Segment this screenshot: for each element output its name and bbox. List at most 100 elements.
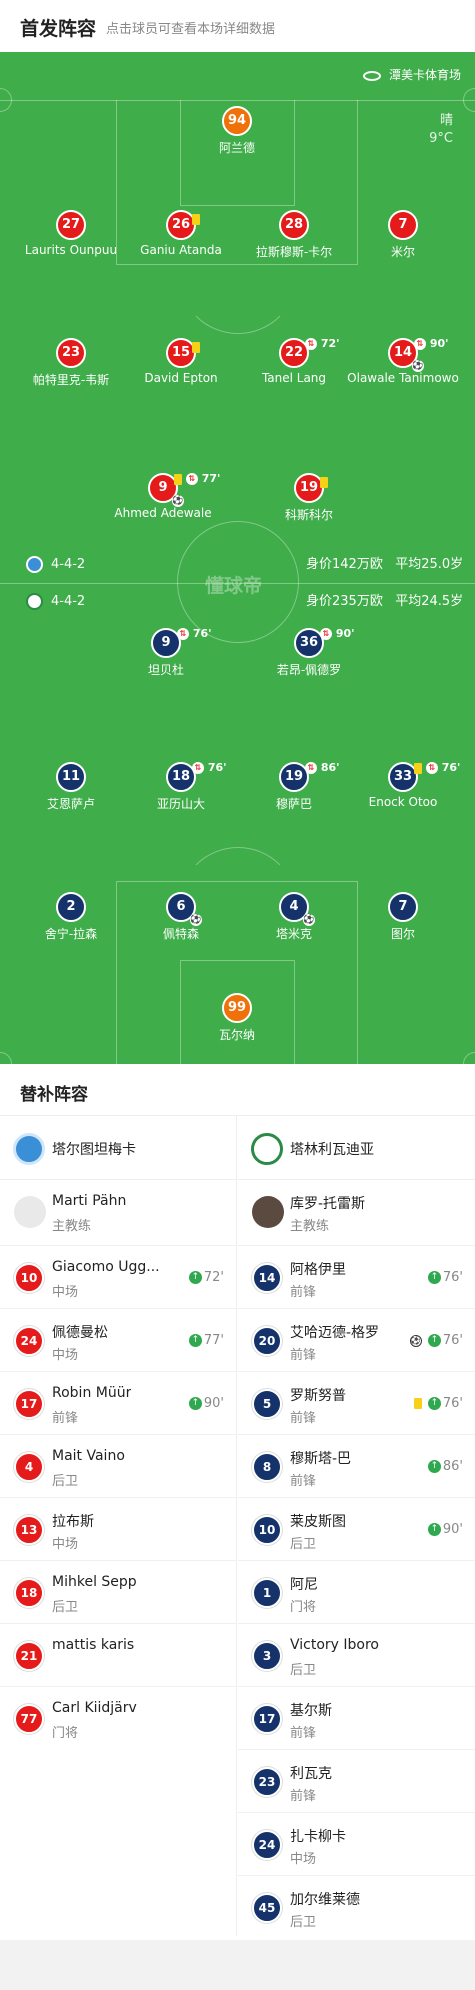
player[interactable]: 7 图尔 <box>343 892 463 942</box>
player[interactable]: 9 ⇅ 77' ⚽ Ahmed Adewale <box>103 472 223 520</box>
home-formation-row: 4-4-2 身价142万欧 平均25.0岁 <box>26 555 463 575</box>
sub-name: Carl Kiidjärv <box>52 1700 137 1716</box>
home-subs-column: 塔尔图坦梅卡 Marti Pähn 主教练 10 Giacomo Ugg... 中场… <box>0 1116 237 1936</box>
sub-minute: 77' <box>201 472 221 485</box>
sub-row[interactable]: 45 加尔维莱德 后卫 <box>238 1876 475 1939</box>
player-name: 佩特森 <box>162 927 199 941</box>
player[interactable]: 4 ⚽ 塔米克 <box>234 892 354 942</box>
sub-position: 门将 <box>52 1726 79 1741</box>
sub-row[interactable]: 20 艾哈迈德-格罗 前锋 ⚽ ↑ 76' <box>238 1309 475 1372</box>
player[interactable]: 28 拉斯穆斯-卡尔 <box>234 210 354 260</box>
sub-row[interactable]: 3 Victory Iboro 后卫 <box>238 1624 475 1687</box>
player[interactable]: 9 ⇅ 76' 坦贝杜 <box>106 627 226 678</box>
player-number: 28 <box>279 210 309 240</box>
player[interactable]: 36 ⇅ 90' 若昂-佩德罗 <box>249 627 369 678</box>
substitution-icon: ↑ <box>427 1397 441 1410</box>
sub-row[interactable]: 8 穆斯塔-巴 前锋 ↑ 86' <box>238 1435 475 1498</box>
tartu-badge-icon <box>26 556 43 573</box>
player[interactable]: 6 ⚽ 佩特森 <box>121 892 241 942</box>
substitution-icon: ⇅ <box>414 338 426 350</box>
page-footer <box>0 1940 475 1990</box>
player[interactable]: 22 ⇅ 72' Tanel Lang <box>234 337 354 385</box>
substitution-icon: ⇅ <box>305 762 317 774</box>
substitution-icon: ⇅ <box>192 762 204 774</box>
coach-row[interactable]: Marti Pähn 主教练 <box>0 1180 236 1246</box>
home-team-header[interactable]: 塔尔图坦梅卡 <box>0 1116 236 1180</box>
away-formation-row: 4-4-2 身价235万欧 平均24.5岁 <box>26 592 463 612</box>
player[interactable]: 27 Laurits Ounpuu <box>11 210 131 257</box>
player-number: 27 <box>56 210 86 240</box>
levadia-badge-icon <box>26 593 43 610</box>
sub-minute: 76' <box>207 761 227 774</box>
sub-row[interactable]: 4 Mait Vaino 后卫 <box>0 1435 236 1498</box>
coach-photo <box>252 1196 284 1228</box>
player[interactable]: 19 ⇅ 86' 穆萨巴 <box>234 761 354 812</box>
player-number: 7 <box>388 210 418 240</box>
substitution-icon: ⇅ <box>425 762 438 774</box>
corner-arc <box>0 1052 12 1064</box>
player-name: 舍宁-拉森 <box>44 927 98 941</box>
player-name: Olawale Tanimowo <box>347 371 459 385</box>
player[interactable]: 94 阿兰德 <box>177 106 297 156</box>
sub-row[interactable]: 17 基尔斯 前锋 <box>238 1687 475 1750</box>
player-name: Enock Otoo <box>368 795 438 809</box>
sub-row[interactable]: 21 mattis karis <box>0 1624 236 1687</box>
sub-name: Robin Müür <box>52 1385 132 1401</box>
sub-row[interactable]: 23 利瓦克 前锋 <box>238 1750 475 1813</box>
player[interactable]: 14 ⇅ 90' ⚽ Olawale Tanimowo <box>343 337 463 385</box>
player-number: 7 <box>388 892 418 922</box>
player-number: 19 <box>299 480 319 495</box>
player-number: 33 <box>393 769 413 784</box>
person-icon <box>14 1196 46 1228</box>
sub-row[interactable]: 24 扎卡柳卡 中场 <box>238 1813 475 1876</box>
sub-row[interactable]: 10 Giacomo Ugg... 中场 ↑ 72' <box>0 1246 236 1309</box>
player[interactable]: 18 ⇅ 76' 亚历山大 <box>121 761 241 812</box>
player-number: 9 <box>161 635 171 650</box>
stadium-icon <box>362 70 381 81</box>
watermark: 懂球帝 <box>205 575 263 597</box>
player-number: 23 <box>56 338 86 368</box>
player-name: 亚历山大 <box>156 797 205 811</box>
sub-position: 后卫 <box>52 1474 79 1489</box>
football-icon: ⚽ <box>303 914 315 926</box>
sub-row[interactable]: 10 莱皮斯图 后卫 ↑ 90' <box>238 1498 475 1561</box>
player[interactable]: 26 Ganiu Atanda <box>121 210 241 257</box>
player[interactable]: 11 艾恩萨卢 <box>11 762 131 812</box>
sub-row[interactable]: 24 佩德曼松 中场 ↑ 77' <box>0 1309 236 1372</box>
sub-row[interactable]: 5 罗斯努普 前锋 ↑ 76' <box>238 1372 475 1435</box>
player[interactable]: 23 帕特里克-韦斯 <box>11 338 131 388</box>
player[interactable]: 7 米尔 <box>343 210 463 260</box>
player[interactable]: 19 科斯科尔 <box>249 473 369 523</box>
player-number: 11 <box>56 762 86 792</box>
sub-number: 5 <box>252 1389 282 1419</box>
lineup-title: 首发阵容 <box>20 18 97 40</box>
away-team-header[interactable]: 塔林利瓦迪亚 <box>238 1116 475 1180</box>
sub-number: 45 <box>252 1893 282 1923</box>
football-icon: ⚽ <box>172 495 184 507</box>
player-number: 18 <box>171 769 191 784</box>
sub-position: 前锋 <box>290 1348 317 1363</box>
player[interactable]: 33 ⇅ 76' Enock Otoo <box>343 761 463 809</box>
sub-row[interactable]: 77 Carl Kiidjärv 门将 <box>0 1687 236 1750</box>
sub-row[interactable]: 1 阿尼 门将 <box>238 1561 475 1624</box>
sub-row[interactable]: 13 拉布斯 中场 <box>0 1498 236 1561</box>
sub-in: ↑ 77' <box>188 1333 224 1348</box>
coach-row[interactable]: 库罗-托雷斯 主教练 <box>238 1180 475 1246</box>
sub-row[interactable]: 14 阿格伊里 前锋 ↑ 76' <box>238 1246 475 1309</box>
sub-number: 14 <box>252 1263 282 1293</box>
player-name: 拉斯穆斯-卡尔 <box>255 245 333 259</box>
sub-name: Giacomo Ugg... <box>52 1259 160 1275</box>
player[interactable]: 15 David Epton <box>121 338 241 385</box>
sub-name: Victory Iboro <box>290 1637 379 1653</box>
sub-row[interactable]: 17 Robin Müür 前锋 ↑ 90' <box>0 1372 236 1435</box>
sub-number: 4 <box>14 1452 44 1482</box>
sub-row[interactable]: 18 Mihkel Sepp 后卫 <box>0 1561 236 1624</box>
sub-name: Mait Vaino <box>52 1448 125 1464</box>
coach-name: 库罗-托雷斯 <box>290 1196 366 1212</box>
sub-name: 莱皮斯图 <box>290 1514 346 1530</box>
player[interactable]: 99 瓦尔纳 <box>177 993 297 1043</box>
sub-in: ↑ 76' <box>413 1396 463 1411</box>
player[interactable]: 2 舍宁-拉森 <box>11 892 131 942</box>
player-number: 99 <box>222 993 252 1023</box>
weather-temp: 9°C <box>429 131 453 146</box>
